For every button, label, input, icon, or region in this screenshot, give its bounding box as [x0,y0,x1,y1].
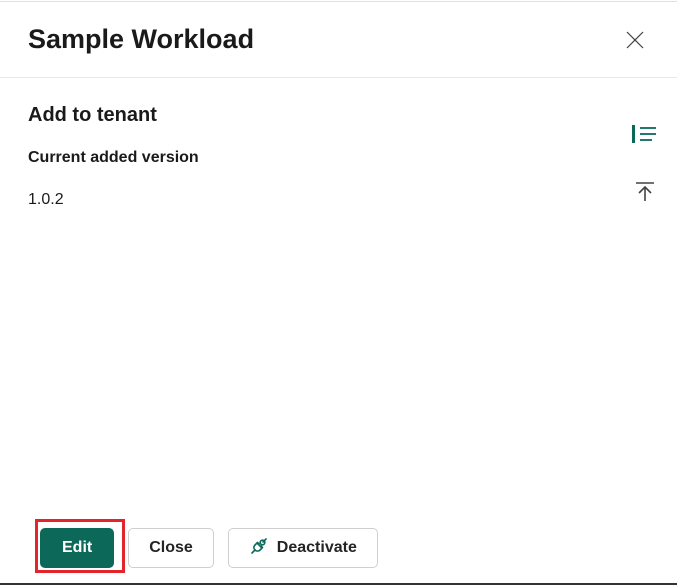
dialog-header: Sample Workload [0,0,677,78]
close-icon-button[interactable] [621,26,649,54]
dialog-footer: Edit Close Deactivate [0,528,677,576]
top-divider [0,1,677,2]
close-button[interactable]: Close [128,528,214,568]
current-version-value: 1.0.2 [28,191,649,209]
scroll-top-icon [634,181,656,203]
page-title: Sample Workload [28,24,254,55]
close-icon [626,31,644,49]
deactivate-button-label: Deactivate [277,539,357,557]
section-title: Add to tenant [28,104,649,127]
close-button-label: Close [149,539,193,557]
current-version-label: Current added version [28,149,649,167]
scroll-top-button[interactable] [629,176,661,208]
deactivate-button[interactable]: Deactivate [228,528,378,568]
bottom-divider [0,583,677,585]
list-icon [632,123,658,145]
edit-button[interactable]: Edit [40,528,114,568]
dialog-content: Add to tenant Current added version 1.0.… [0,78,677,209]
side-action-bar [629,118,661,208]
list-view-button[interactable] [629,118,661,150]
unplug-icon [249,536,269,561]
edit-button-label: Edit [62,539,92,557]
